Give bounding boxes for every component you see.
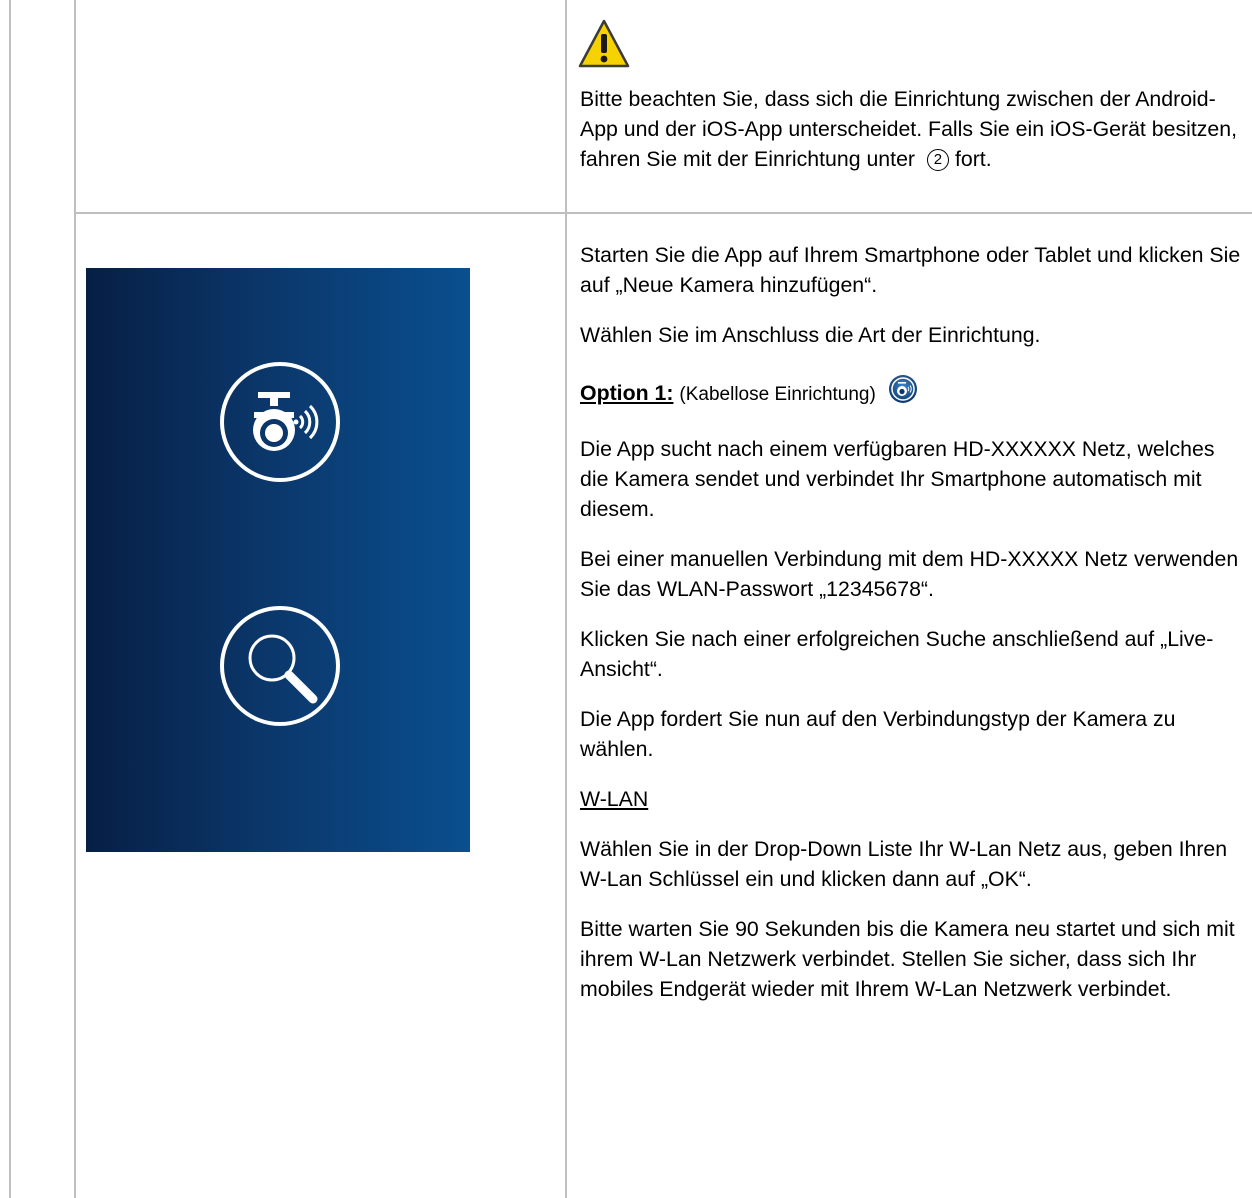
warning-text: Bitte beachten Sie, dass sich die Einric… bbox=[580, 84, 1240, 174]
section-heading-wlan: W-LAN bbox=[580, 787, 649, 811]
search-icon bbox=[220, 606, 340, 726]
instruction-live-view: Klicken Sie nach einer erfolgreichen Suc… bbox=[580, 627, 1214, 681]
option-1-desc: (Kabellose Einrichtung) bbox=[679, 384, 876, 405]
instruction-search-network: Die App sucht nach einem verfügbaren HD-… bbox=[580, 437, 1215, 521]
circled-number: 2 bbox=[926, 149, 949, 171]
warning-text-after: fort. bbox=[954, 147, 992, 171]
app-screenshot-panel bbox=[86, 268, 470, 852]
instruction-start-app: Starten Sie die App auf Ihrem Smartphone… bbox=[580, 243, 1241, 297]
wireless-camera-setup-icon bbox=[888, 375, 917, 403]
wireless-camera-setup-icon bbox=[220, 362, 340, 482]
instruction-wait-restart: Bitte warten Sie 90 Sekunden bis die Kam… bbox=[580, 917, 1235, 1001]
warning-triangle-icon bbox=[578, 19, 630, 68]
option-1-line: Option 1: (Kabellose Einrichtung) bbox=[580, 374, 1246, 414]
instruction-manual-password: Bei einer manuellen Verbindung mit dem H… bbox=[580, 547, 1239, 601]
option-1-label: Option 1: bbox=[580, 381, 674, 405]
instruction-choose-setup: Wählen Sie im Anschluss die Art der Einr… bbox=[580, 323, 1041, 347]
instructions: Starten Sie die App auf Ihrem Smartphone… bbox=[580, 240, 1246, 1024]
table-border-left bbox=[9, 0, 11, 1198]
table-border-col2 bbox=[565, 0, 567, 1198]
table-border-col1 bbox=[74, 0, 76, 1198]
instruction-connection-type: Die App fordert Sie nun auf den Verbindu… bbox=[580, 707, 1176, 761]
warning-text-before: Bitte beachten Sie, dass sich die Einric… bbox=[580, 87, 1237, 171]
table-row-divider bbox=[74, 212, 1252, 214]
instruction-select-wlan: Wählen Sie in der Drop-Down Liste Ihr W-… bbox=[580, 837, 1228, 891]
